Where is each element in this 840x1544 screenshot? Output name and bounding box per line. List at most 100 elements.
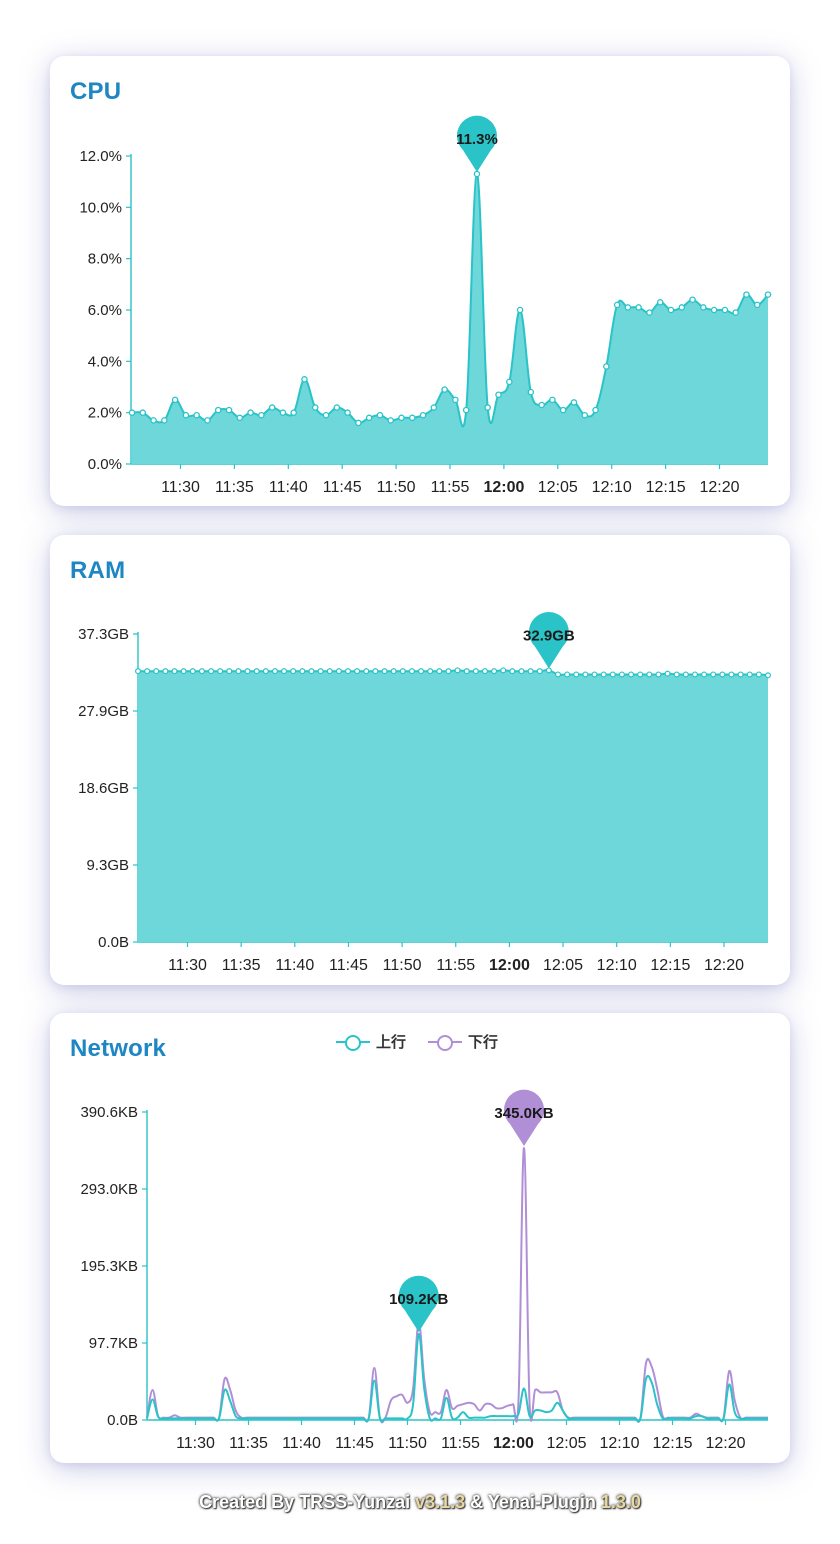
x-tick-label: 11:40 xyxy=(275,957,314,974)
y-tick-label: 10.0% xyxy=(79,199,122,216)
x-tick-label: 12:05 xyxy=(546,1435,586,1452)
x-tick-label: 11:35 xyxy=(229,1435,268,1452)
ram-point xyxy=(244,668,251,675)
cpu-point xyxy=(365,414,373,422)
cpu-point xyxy=(462,406,470,414)
ram-point xyxy=(408,668,415,675)
cpu-point xyxy=(387,417,394,424)
cpu-point xyxy=(538,401,545,409)
cpu-point xyxy=(171,396,179,404)
cpu-point xyxy=(258,411,265,419)
x-tick-label: 11:50 xyxy=(388,1435,427,1452)
ram-point xyxy=(354,668,361,675)
y-tick-label: 97.7KB xyxy=(89,1335,138,1352)
x-tick-label: 12:00 xyxy=(489,957,530,974)
y-tick-label: 9.3GB xyxy=(86,857,129,874)
cpu-point xyxy=(635,304,642,311)
cpu-point xyxy=(322,411,330,419)
cpu-point xyxy=(204,417,211,424)
y-tick-label: 0.0B xyxy=(98,934,129,951)
ram-point xyxy=(335,668,342,675)
ram-point xyxy=(198,668,205,675)
cpu-point xyxy=(409,414,416,422)
ram-point xyxy=(564,671,571,678)
cpu-point xyxy=(646,309,653,316)
ram-point xyxy=(545,667,552,674)
x-tick-label: 11:35 xyxy=(222,957,261,974)
footer-mid: & Yenai-Plugin xyxy=(465,1492,601,1512)
cpu-point xyxy=(430,404,438,411)
ram-card: RAM 0.0B 9.3GB 18.6GB 27.9GB 37.3GB 11:30 11:3… xyxy=(50,535,790,985)
cpu-point xyxy=(624,304,632,311)
x-tick-label: 11:45 xyxy=(329,957,368,974)
x-tick-label: 11:50 xyxy=(377,479,416,496)
x-tick-label: 11:30 xyxy=(176,1435,215,1452)
ram-point xyxy=(153,668,160,675)
ram-point xyxy=(436,668,443,675)
x-tick-label: 12:20 xyxy=(699,479,739,496)
footer-prefix: Created By TRSS-Yunzai xyxy=(199,1492,416,1512)
ram-point xyxy=(618,671,625,678)
cpu-point xyxy=(495,391,502,398)
ram-point xyxy=(472,668,479,675)
y-tick-label: 12.0% xyxy=(79,148,122,165)
ram-point xyxy=(682,671,689,678)
ram-point xyxy=(573,671,580,678)
ram-point xyxy=(427,668,434,675)
cpu-point xyxy=(732,309,739,316)
cpu-point xyxy=(441,386,448,393)
ram-point xyxy=(253,668,260,675)
ram-point xyxy=(764,672,771,679)
y-tick-label: 0.0% xyxy=(88,456,122,473)
cpu-point xyxy=(710,306,718,314)
cpu-point xyxy=(290,409,297,416)
x-tick-label: 12:05 xyxy=(543,957,583,974)
footer-yunzai-version: v3.1.3 xyxy=(415,1492,466,1512)
x-tick-label: 11:55 xyxy=(431,479,470,496)
ram-point xyxy=(381,668,388,675)
cpu-point xyxy=(333,404,341,411)
x-tick-label: 11:55 xyxy=(441,1435,480,1452)
ram-point xyxy=(262,668,269,675)
cpu-point xyxy=(311,404,319,411)
y-tick-label: 2.0% xyxy=(88,405,122,422)
y-tick-label: 37.3GB xyxy=(78,626,129,643)
y-tick-label: 6.0% xyxy=(88,302,122,319)
ram-point xyxy=(673,671,680,678)
ram-point xyxy=(171,668,178,675)
cpu-point xyxy=(128,409,136,416)
ram-point xyxy=(217,668,224,675)
cpu-point xyxy=(419,411,427,419)
cpu-point xyxy=(150,417,157,424)
ram-point xyxy=(418,668,425,675)
ram-point xyxy=(527,668,534,675)
ram-point xyxy=(180,668,187,675)
ram-point xyxy=(162,668,169,675)
cpu-point xyxy=(764,291,772,298)
cpu-point xyxy=(689,296,696,303)
x-tick-label: 11:50 xyxy=(383,957,422,974)
cpu-area xyxy=(131,173,768,465)
ram-point xyxy=(271,668,278,675)
cpu-point xyxy=(268,404,276,411)
y-tick-label: 0.0B xyxy=(107,1412,138,1429)
cpu-point xyxy=(247,409,254,416)
x-tick-label: 12:15 xyxy=(646,479,686,496)
ram-point xyxy=(372,668,379,675)
x-tick-label: 12:20 xyxy=(705,1435,745,1452)
cpu-point xyxy=(193,411,200,419)
x-tick-label: 11:35 xyxy=(215,479,254,496)
x-tick-label: 11:55 xyxy=(436,957,475,974)
ram-point xyxy=(555,671,562,678)
ram-peak-marker: 32.9GB xyxy=(523,612,575,669)
cpu-point xyxy=(301,376,308,383)
cpu-point xyxy=(344,409,351,416)
ram-point xyxy=(399,668,406,675)
y-tick-label: 390.6KB xyxy=(80,1104,138,1121)
cpu-point xyxy=(613,301,621,309)
cpu-peak-marker-label: 11.3% xyxy=(456,131,498,148)
network-line-upload xyxy=(146,1333,768,1423)
ram-point xyxy=(536,668,543,675)
ram-point xyxy=(445,668,452,675)
ram-point xyxy=(281,668,288,675)
